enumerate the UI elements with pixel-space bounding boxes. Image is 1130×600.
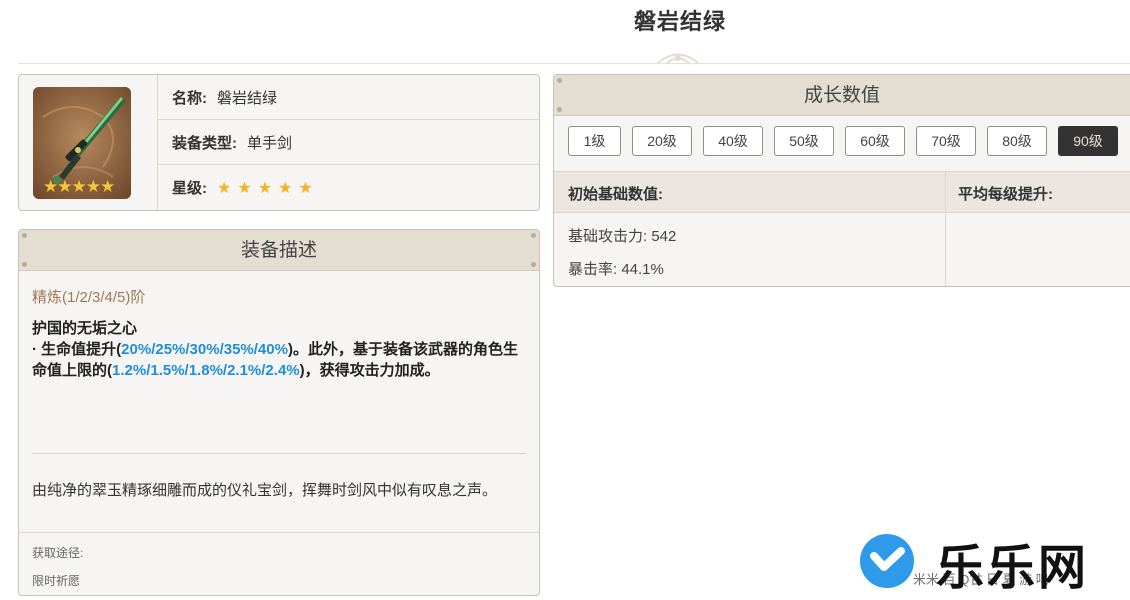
growth-header-label: 成长数值 bbox=[803, 85, 880, 106]
passive-effect: 护国的无垢之心 · 生命值提升(20%/25%/30%/35%/40%)。此外，… bbox=[32, 318, 528, 381]
star-icon: ★ bbox=[257, 179, 273, 197]
level-button[interactable]: 80级 bbox=[987, 126, 1047, 156]
level-button[interactable]: 1级 bbox=[568, 126, 621, 156]
base-stats-heading: 初始基础数值: bbox=[568, 186, 663, 203]
info-row-type: 装备类型: 单手剑 bbox=[158, 120, 539, 165]
growth-stats-panel: 成长数值 1级 20级 40级 50级 60级 70级 80级 90级 初始基础数值: 平均每… bbox=[553, 74, 1130, 287]
source-divider bbox=[19, 532, 539, 533]
passive-value-hp: 20%/25%/30%/35%/40% bbox=[121, 341, 288, 358]
description-header-label: 装备描述 bbox=[240, 240, 317, 261]
type-value: 单手剑 bbox=[247, 134, 293, 152]
description-header: 装备描述 bbox=[19, 230, 539, 271]
stats-column-divider bbox=[945, 171, 946, 286]
name-value: 磐岩结绿 bbox=[217, 89, 278, 107]
type-label: 装备类型: bbox=[172, 134, 237, 152]
image-rarity-stars: ★★★★★ bbox=[43, 177, 115, 196]
level-button[interactable]: 40级 bbox=[703, 126, 763, 156]
star-icon: ★ bbox=[217, 179, 232, 197]
watermark-brand: 乐乐网 bbox=[936, 542, 1090, 595]
title-ornament-icon bbox=[657, 53, 699, 65]
passive-title: 护国的无垢之心 bbox=[32, 320, 138, 337]
passive-value-atk: 1.2%/1.5%/1.8%/2.1%/2.4% bbox=[112, 362, 300, 379]
refinement-label: 精炼(1/2/3/4/5)阶 bbox=[32, 289, 146, 306]
level-button[interactable]: 90级 bbox=[1058, 126, 1118, 156]
level-selector: 1级 20级 40级 50级 60级 70级 80级 90级 bbox=[568, 126, 1129, 156]
description-panel: 装备描述 精炼(1/2/3/4/5)阶 护国的无垢之心 · 生命值提升(20%/… bbox=[18, 229, 540, 596]
level-button[interactable]: 50级 bbox=[774, 126, 834, 156]
star-icon: ★ bbox=[278, 179, 293, 197]
passive-text-part: )，获得攻击力加成。 bbox=[299, 362, 440, 379]
corner-dot bbox=[557, 107, 562, 112]
name-label: 名称: bbox=[172, 89, 207, 107]
corner-dot bbox=[531, 262, 536, 267]
level-button[interactable]: 20级 bbox=[632, 126, 692, 156]
corner-dot bbox=[557, 78, 562, 83]
source-label: 获取途径: bbox=[32, 546, 84, 560]
brand-logo-icon bbox=[860, 534, 914, 588]
rarity-stars: ★ ★ ★ ★ ★ bbox=[217, 178, 319, 198]
weapon-info-panel: ★ ★ ★ ★ ★ 名称: 磐岩结绿 装备类型: 单手剑 星级: ★ ★ ★ ★ ★ bbox=[18, 74, 540, 211]
growth-header: 成长数值 bbox=[554, 75, 1130, 116]
level-button[interactable]: 70级 bbox=[916, 126, 976, 156]
star-icon: ★ bbox=[298, 179, 313, 197]
per-level-heading: 平均每级提升: bbox=[958, 186, 1053, 203]
stat-base-attack: 基础攻击力: 542 bbox=[568, 228, 677, 245]
page-title: 磐岩结绿 bbox=[633, 9, 726, 34]
passive-text-part: · 生命值提升( bbox=[32, 341, 122, 358]
lore-text: 由纯净的翠玉精琢细雕而成的仪礼宝剑，挥舞时剑风中似有叹息之声。 bbox=[32, 482, 498, 499]
corner-dot bbox=[22, 233, 27, 238]
corner-dot bbox=[531, 233, 536, 238]
title-divider bbox=[18, 63, 1130, 64]
info-row-rarity: 星级: ★ ★ ★ ★ ★ bbox=[158, 165, 539, 210]
source-value: 限时祈愿 bbox=[32, 574, 81, 588]
level-button[interactable]: 60级 bbox=[845, 126, 905, 156]
star-icon: ★ bbox=[237, 179, 252, 197]
info-row-name: 名称: 磐岩结绿 bbox=[158, 75, 539, 120]
corner-dot bbox=[22, 262, 27, 267]
passive-text: · 生命值提升(20%/25%/30%/35%/40%)。此外，基于装备该武器的… bbox=[32, 339, 528, 381]
rarity-label: 星级: bbox=[172, 180, 207, 197]
section-divider bbox=[32, 453, 526, 454]
stat-crit-rate: 暴击率: 44.1% bbox=[568, 261, 664, 278]
weapon-image: ★★★★★ bbox=[33, 87, 131, 199]
